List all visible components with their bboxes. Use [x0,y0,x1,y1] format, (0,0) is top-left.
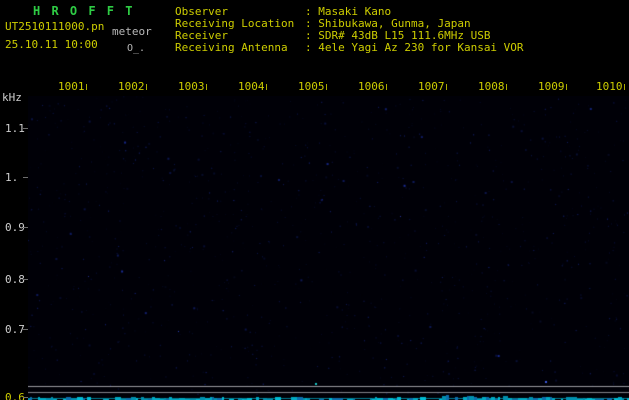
x-axis-tick-label: 1007 [418,80,445,93]
x-axis-tick-label: 1005 [298,80,325,93]
info-value: 4ele Yagi Az 230 for Kansai VOR [318,41,524,54]
x-axis-tick-label: 1006 [358,80,385,93]
y-axis-unit-label: kHz [2,91,22,104]
y-axis-tick-label: 0.9 [5,221,25,234]
header-info-line-receiver: Receiver: SDR# 43dB L15 111.6MHz USB [175,29,524,42]
x-axis-tick-mark [266,84,267,90]
y-axis-tick-mark [23,227,28,228]
x-axis-tick-label: 1010 [596,80,623,93]
y-axis-tick-mark [23,128,28,129]
header-info: Observer: Masaki Kano Receiving Location… [175,5,524,54]
y-axis-tick-mark [23,279,28,280]
x-axis-tick-mark [624,84,625,90]
x-axis-tick-label: 1003 [178,80,205,93]
y-axis-tick-label: 0.8 [5,273,25,286]
x-axis-tick-label: 1004 [238,80,265,93]
header-info-line-location: Receiving Location: Shibukawa, Gunma, Ja… [175,17,524,30]
spectrogram-canvas [28,96,629,400]
y-axis-tick-label: 0.6 [5,391,25,400]
app-title: H R O F F T [33,4,135,18]
station-name: meteor [112,25,152,38]
header-info-line-observer: Observer: Masaki Kano [175,5,524,18]
y-axis-tick-label: 0.7 [5,323,25,336]
x-axis-tick-mark [566,84,567,90]
x-axis-tick-label: 1008 [478,80,505,93]
header-info-line-antenna: Receiving Antenna: 4ele Yagi Az 230 for … [175,41,524,54]
info-separator: : [305,41,319,54]
x-axis-tick-mark [206,84,207,90]
x-axis-tick-label: 1009 [538,80,565,93]
timestamp-suffix: O_. [127,43,146,54]
hrofft-image: H R O F F T UT2510111000.pn meteor 25.10… [0,0,629,400]
info-label: Receiving Antenna [175,41,288,54]
x-axis-tick-mark [86,84,87,90]
x-axis-tick-label: 1002 [118,80,145,93]
y-axis-tick-mark [23,397,28,398]
x-axis-tick-mark [446,84,447,90]
x-axis-tick-mark [326,84,327,90]
y-axis-tick-label: 1.1 [5,122,25,135]
x-axis-tick-mark [506,84,507,90]
x-axis-tick-mark [386,84,387,90]
y-axis-tick-mark [23,177,28,178]
timestamp: 25.10.11 10:00 [5,38,98,51]
y-axis-tick-mark [23,329,28,330]
x-axis-tick-label: 1001 [58,80,85,93]
y-axis-tick-label: 1. [5,171,19,184]
output-filename: UT2510111000.pn [5,20,105,33]
x-axis-tick-mark [146,84,147,90]
